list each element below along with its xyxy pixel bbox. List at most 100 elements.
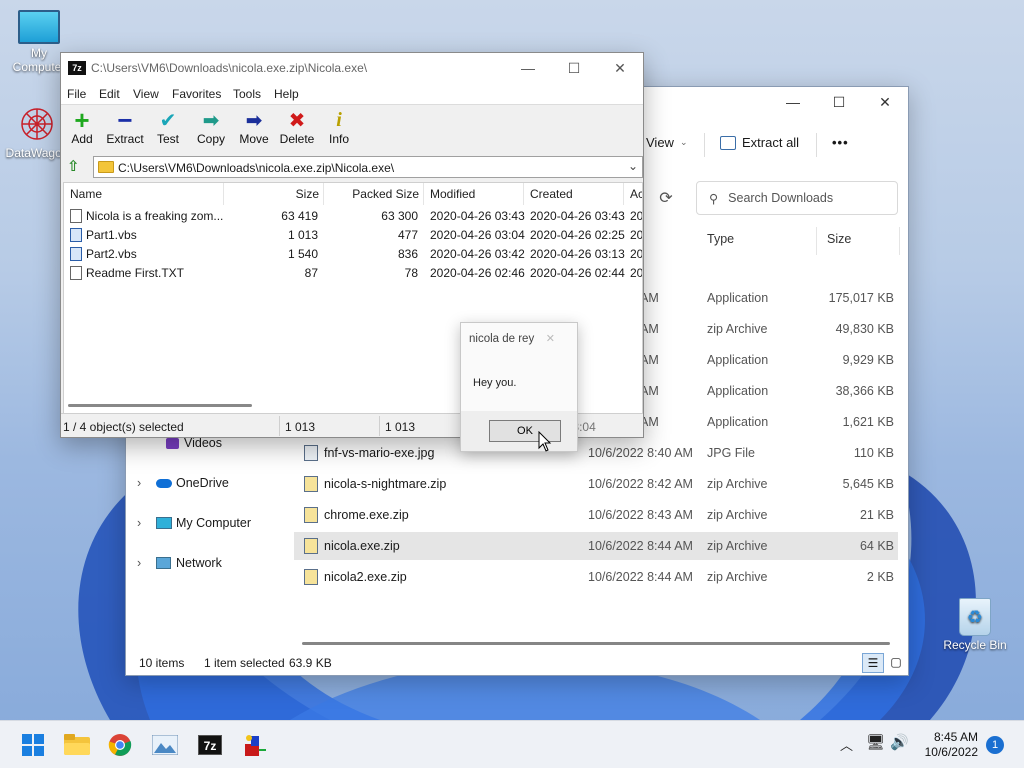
menu-help[interactable]: Help (274, 87, 299, 101)
volume-icon[interactable]: 🔊 (890, 733, 909, 751)
windows-start-icon[interactable] (18, 731, 48, 759)
close-icon[interactable]: ✕ (597, 53, 643, 83)
7zip-icon[interactable]: 7z (195, 731, 225, 759)
column-header-name[interactable]: Name (64, 183, 224, 205)
menu-tools[interactable]: Tools (233, 87, 261, 101)
menu-favorites[interactable]: Favorites (172, 87, 221, 101)
monitor-icon (156, 517, 172, 529)
file-date: 10/6/2022 8:43 AM (588, 508, 693, 522)
file-name: chrome.exe.zip (324, 508, 409, 522)
list-item[interactable]: Part1.vbs 1 013 477 2020-04-26 03:04 2020-04… (64, 226, 643, 245)
text-file-icon (70, 266, 82, 280)
file-type: Application (707, 353, 769, 367)
close-icon[interactable]: ✕ (862, 87, 908, 117)
file-packed-size: 477 (397, 228, 418, 242)
file-type: zip Archive (707, 508, 768, 522)
file-type: Application (707, 415, 769, 429)
file-type: zip Archive (707, 477, 768, 491)
dialog-message: Hey you. (473, 377, 517, 389)
chevron-right-icon: › (137, 556, 142, 570)
maximize-icon[interactable]: ☐ (551, 53, 597, 83)
file-name: Readme First.TXT (86, 266, 185, 280)
system-clock[interactable]: 8:45 AM 10/6/2022 (925, 730, 978, 760)
horizontal-scrollbar[interactable] (68, 404, 252, 407)
file-size: 1,621 KB (842, 415, 894, 429)
file-modified: 2020-04-26 03:42 (430, 247, 525, 261)
list-item[interactable]: Nicola is a freaking zom... 63 419 63 300 2… (64, 207, 642, 226)
file-type: zip Archive (707, 322, 768, 336)
path-text: C:\Users\VM6\Downloads\nicola.exe.zip\Ni… (118, 161, 395, 175)
minimize-icon[interactable]: — (770, 87, 816, 117)
network-status-icon[interactable]: 🖥 (866, 733, 885, 751)
column-divider (899, 227, 900, 255)
column-header-size[interactable]: Size (224, 183, 324, 205)
horizontal-scrollbar[interactable] (302, 642, 890, 645)
zip-file-icon (304, 476, 318, 492)
file-explorer-icon[interactable] (62, 731, 92, 759)
chevron-up-icon[interactable]: ︿ (840, 735, 853, 754)
menu-edit[interactable]: Edit (99, 87, 120, 101)
column-header-created[interactable]: Created (524, 183, 624, 205)
column-header-packed-size[interactable]: Packed Size (324, 183, 424, 205)
table-row[interactable]: nicola2.exe.zip 10/6/2022 8:44 AM zip Arch… (294, 563, 898, 591)
file-packed-size: 63 300 (381, 209, 418, 223)
file-packed-size: 78 (404, 266, 418, 280)
view-button[interactable]: View ⌄ (646, 135, 688, 150)
refresh-button[interactable]: ⟳ (646, 181, 686, 215)
nav-item-onedrive[interactable]: › OneDrive (126, 469, 291, 497)
selected-count: 1 item selected (204, 656, 285, 670)
column-header-size[interactable]: Size (827, 232, 851, 246)
nav-item-network[interactable]: › Network (126, 549, 291, 577)
up-folder-icon[interactable]: ⇧ (67, 157, 85, 175)
desktop-icon-label: Recycle Bin (943, 638, 1007, 652)
file-accessed: 20 (630, 247, 643, 261)
column-header-modified[interactable]: Modified (424, 183, 524, 205)
file-size: 49,830 KB (835, 322, 894, 336)
search-box[interactable]: ⚲ Search Downloads (696, 181, 898, 215)
menu-view[interactable]: View (133, 87, 159, 101)
table-row[interactable]: nicola-s-nightmare.zip 10/6/2022 8:42 AM z… (294, 470, 898, 498)
info-button[interactable]: i Info (314, 108, 364, 147)
list-item[interactable]: Part2.vbs 1 540 836 2020-04-26 03:42 2020-04… (64, 245, 643, 264)
desktop-icon-recycle-bin[interactable]: ♻ Recycle Bin (940, 598, 1010, 652)
path-combobox[interactable]: C:\Users\VM6\Downloads\nicola.exe.zip\Ni… (93, 156, 643, 178)
file-created: 2020-04-26 02:25 (530, 228, 625, 242)
message-dialog[interactable]: nicola de rey ✕ Hey you. OK (460, 322, 578, 452)
file-accessed: 20 (630, 228, 643, 242)
app-icon[interactable] (240, 731, 270, 759)
chrome-icon[interactable] (105, 731, 135, 759)
file-date: 10/6/2022 8:44 AM (588, 539, 693, 553)
file-date: 10/6/2022 8:42 AM (588, 477, 693, 491)
tiles-view-icon[interactable]: ▢ (886, 653, 906, 673)
column-header-type[interactable]: Type (707, 232, 734, 246)
table-row[interactable]: nicola.exe.zip 10/6/2022 8:44 AM zip Archi… (294, 532, 898, 560)
maximize-icon[interactable]: ☐ (816, 87, 862, 117)
file-size: 1 013 (287, 228, 318, 242)
table-row[interactable]: chrome.exe.zip 10/6/2022 8:43 AM zip Archi… (294, 501, 898, 529)
nav-item-my-computer[interactable]: › My Computer (126, 509, 291, 537)
toolbar-divider (704, 133, 705, 157)
file-created: 2020-04-26 02:44 (530, 266, 625, 280)
menu-file[interactable]: File (67, 87, 86, 101)
more-options-button[interactable]: ••• (832, 135, 849, 150)
notification-badge[interactable]: 1 (986, 736, 1004, 754)
list-item[interactable]: Readme First.TXT 87 78 2020-04-26 02:46 2020… (64, 264, 642, 283)
desktop-icon-label: My Computer (12, 46, 66, 74)
zip-file-icon (304, 538, 318, 554)
selected-size: 1 013 (285, 420, 316, 434)
minimize-icon[interactable]: — (505, 53, 551, 83)
chevron-down-icon[interactable]: ⌄ (628, 159, 638, 173)
picture-icon[interactable] (150, 731, 180, 759)
column-header-accessed[interactable]: Ac (624, 183, 642, 205)
file-size: 87 (304, 266, 318, 280)
7zip-toolbar: + Add − Extract ✔ Test ➡ Copy ➡ Move ✖ Delete … (61, 105, 643, 152)
file-packed-size: 836 (397, 247, 418, 261)
file-date: 10/6/2022 8:40 AM (588, 446, 693, 460)
close-icon[interactable]: ✕ (546, 332, 555, 345)
details-view-icon[interactable]: ☰ (862, 653, 884, 673)
table-row[interactable]: fnf-vs-mario-exe.jpg 10/6/2022 8:40 AM JPG… (294, 439, 898, 467)
7zip-title-bar[interactable]: 7z C:\Users\VM6\Downloads\nicola.exe.zip… (61, 53, 643, 83)
extract-all-button[interactable]: Extract all (720, 135, 799, 150)
refresh-icon: ⟳ (659, 190, 673, 207)
file-size: 1 540 (287, 247, 318, 261)
